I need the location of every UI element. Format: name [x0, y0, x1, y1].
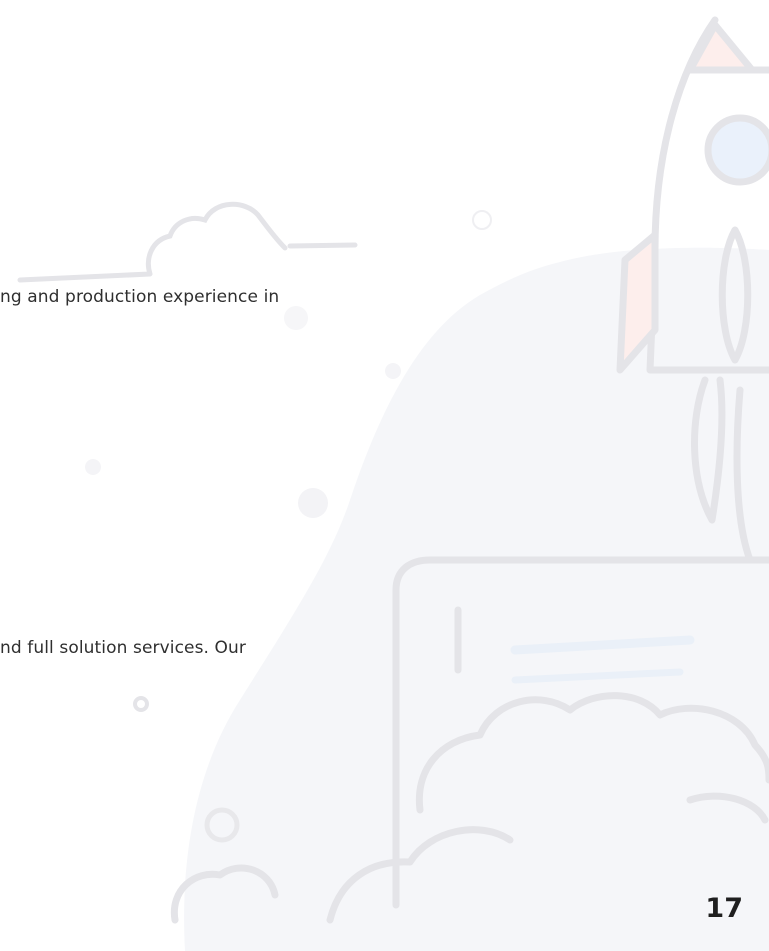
body-text-line: ng and production experience in	[0, 287, 280, 307]
cloud-top-icon	[17, 201, 358, 283]
bubble-icon	[284, 306, 308, 330]
bubble-icon	[298, 488, 328, 518]
bubble-icon	[85, 459, 101, 475]
bubble-icon	[133, 696, 149, 712]
background-blob	[184, 247, 769, 951]
body-text-line: nd full solution services. Our	[0, 638, 247, 658]
rocket-launch-illustration	[17, 16, 769, 951]
document-page: ng and production experience in nd full …	[0, 0, 769, 951]
bubble-icon	[385, 363, 401, 379]
bubble-icon	[472, 210, 492, 230]
page-number: 17	[705, 893, 743, 924]
